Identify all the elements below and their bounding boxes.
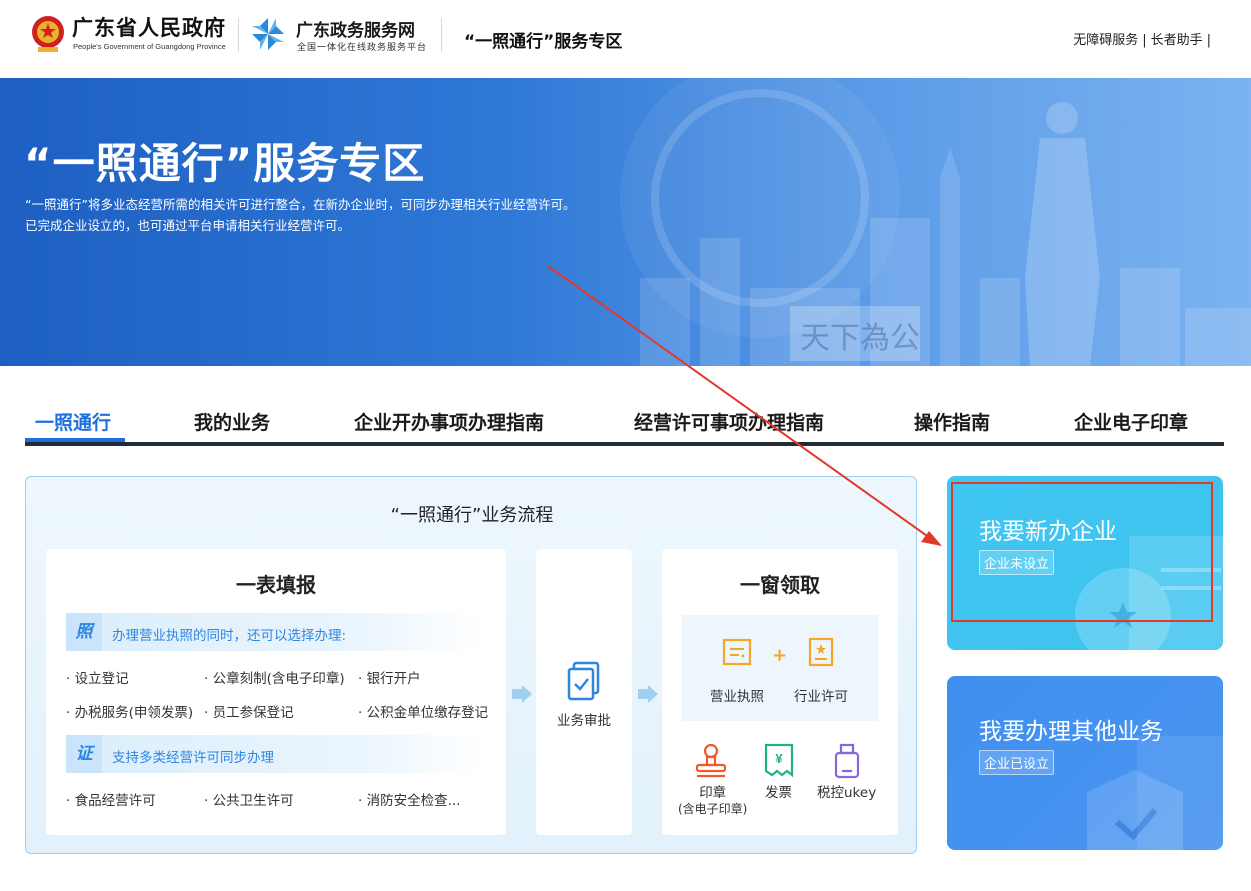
zone-title[interactable]: “一照通行”服务专区 (464, 27, 622, 52)
permit-note: 支持多类经营许可同步办理 (112, 750, 274, 766)
link-separator: | (1142, 33, 1147, 48)
service-subtitle: 全国一体化在线政务服务平台 (297, 43, 428, 53)
active-tab-indicator (25, 438, 125, 442)
flow-title: “一照通行”业务流程 (390, 505, 554, 526)
license-item: · 设立登记 (66, 671, 129, 687)
license-note: 办理营业执照的同时，还可以选择办理: (112, 628, 347, 644)
seal-stamp-icon (695, 743, 727, 778)
other-business-title: 我要办理其他业务 (979, 719, 1163, 745)
step-pickup-card: 一窗领取 + 营业执照 行业许可 ¥ 印章 (含电子印章) 发票 税控ukey (662, 549, 898, 835)
permit-item: · 消防安全检查... (358, 793, 461, 809)
approval-label: 业务审批 (557, 713, 611, 729)
plus-sign: + (772, 645, 788, 666)
hero-banner: 天下為公 “一照通行”服务专区 “一照通行”将多业态经营所需的相关许可进行整合，… (0, 78, 1251, 366)
industry-permit-label: 行业许可 (794, 689, 848, 705)
banner-desc-line: “一照通行”将多业态经营所需的相关许可进行整合，在新办企业时，可同步办理相关行业… (25, 197, 576, 212)
tab-e-seal[interactable]: 企业电子印章 (1074, 408, 1188, 435)
main-tabs: 一照通行 我的业务 企业开办事项办理指南 经营许可事项办理指南 操作指南 企业电… (25, 402, 1224, 446)
elder-assistant-link[interactable]: 长者助手 (1151, 33, 1203, 48)
permit-item: · 食品经营许可 (66, 793, 156, 809)
other-business-button[interactable]: 我要办理其他业务 企业已设立 (947, 676, 1223, 850)
seal-label: 印章 (699, 785, 727, 801)
business-flow-panel: “一照通行”业务流程 一表填报 照 办理营业执照的同时，还可以选择办理: · 设… (25, 476, 917, 854)
seal-label-group: 印章 (含电子印章) (678, 785, 747, 817)
service-title: 广东政务服务网 (296, 21, 415, 41)
industry-permit-icon (808, 637, 834, 667)
tax-ukey-icon (834, 743, 860, 779)
license-item: · 公章刻制(含电子印章) (204, 671, 345, 687)
license-badge: 照 (66, 613, 102, 651)
banner-background-text: 天下為公 (800, 321, 920, 356)
license-item: · 办税服务(申领发票) (66, 705, 194, 721)
banner-description: “一照通行”将多业态经营所需的相关许可进行整合，在新办企业时，可同步办理相关行业… (25, 194, 575, 236)
tab-operation-guide[interactable]: 操作指南 (914, 408, 990, 435)
license-item: · 公积金单位缴存登记 (358, 705, 489, 721)
tab-my-business[interactable]: 我的业务 (194, 408, 270, 435)
step-title: 一窗领取 (740, 573, 820, 597)
license-strip: 照 办理营业执照的同时，还可以选择办理: (66, 613, 482, 651)
tab-yizhaotongxing[interactable]: 一照通行 (35, 408, 111, 435)
gov-title: 广东省人民政府 (72, 16, 226, 40)
business-license-icon (722, 638, 752, 666)
header-divider (441, 18, 442, 52)
site-header: 广东省人民政府 People's Government of Guangdong… (0, 0, 1251, 78)
seal-sublabel: (含电子印章) (678, 802, 748, 816)
permit-item: · 公共卫生许可 (204, 793, 294, 809)
invoice-yen-symbol: ¥ (775, 751, 783, 766)
business-license-label: 营业执照 (710, 689, 764, 705)
tab-company-setup-guide[interactable]: 企业开办事项办理指南 (354, 408, 544, 435)
header-divider (238, 18, 239, 52)
step-title: 一表填报 (236, 573, 316, 597)
document-check-icon (567, 661, 600, 701)
invoice-label: 发票 (765, 785, 792, 801)
step-approval-card: 业务审批 (536, 549, 632, 835)
flow-arrow-icon (512, 685, 532, 703)
license-permit-box: + 营业执照 行业许可 (682, 615, 878, 721)
top-links: 无障碍服务 | 长者助手 | (1073, 29, 1215, 48)
banner-title: “一照通行”服务专区 (24, 139, 426, 188)
permit-badge: 证 (66, 735, 102, 773)
status-badge: 企业已设立 (979, 750, 1055, 775)
ukey-label: 税控ukey (817, 785, 877, 801)
step-fill-form-card: 一表填报 照 办理营业执照的同时，还可以选择办理: · 设立登记 · 公章刻制(… (46, 549, 506, 835)
pinwheel-logo-icon (252, 18, 284, 50)
permit-strip: 证 支持多类经营许可同步办理 (66, 735, 482, 773)
flow-arrow-icon (638, 685, 658, 703)
national-emblem-icon (32, 16, 64, 52)
highlight-box (951, 482, 1213, 622)
tab-permit-guide[interactable]: 经营许可事项办理指南 (634, 408, 824, 435)
accessibility-link[interactable]: 无障碍服务 (1073, 33, 1138, 48)
gov-subtitle: People's Government of Guangdong Provinc… (73, 42, 226, 51)
link-separator: | (1206, 33, 1211, 48)
banner-desc-line: 已完成企业设立的，也可通过平台申请相关行业经营许可。 (25, 218, 351, 233)
license-item: · 银行开户 (358, 671, 421, 687)
license-item: · 员工参保登记 (204, 705, 294, 721)
invoice-icon: ¥ (764, 743, 794, 778)
